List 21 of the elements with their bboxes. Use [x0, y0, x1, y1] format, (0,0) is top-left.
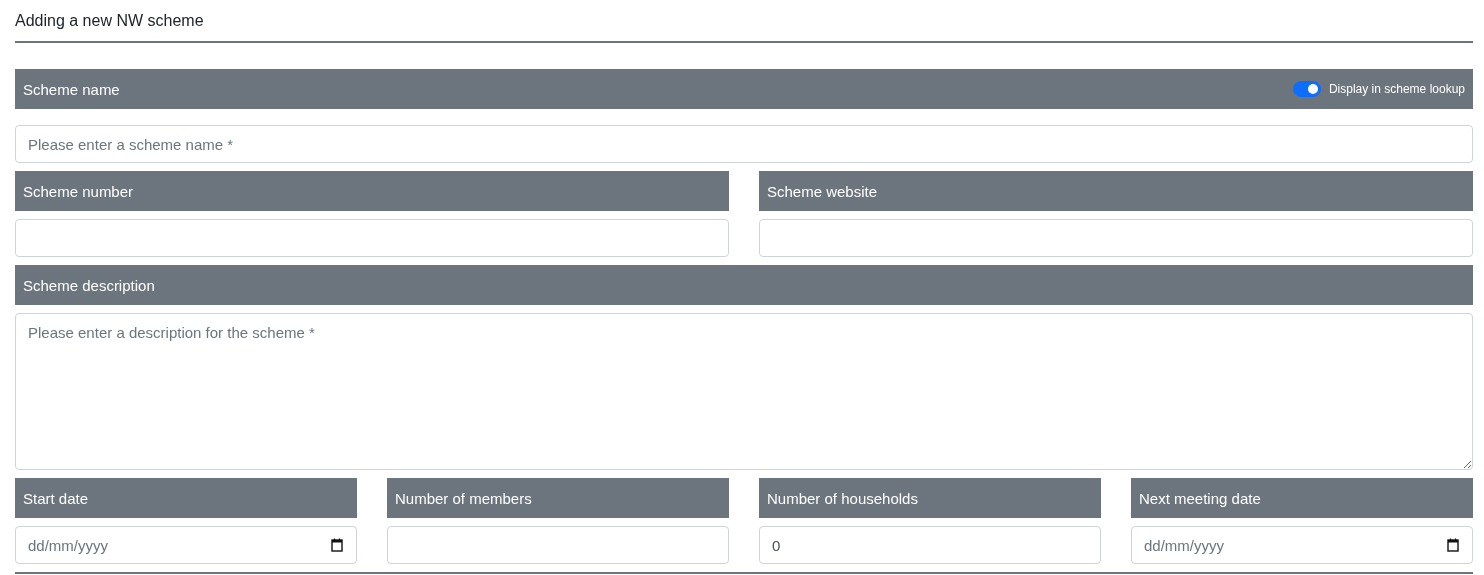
page-title: Adding a new NW scheme	[15, 11, 204, 30]
description-field[interactable]: Please enter a description for the scheme *	[15, 313, 1473, 470]
text-field[interactable]	[15, 219, 729, 257]
header-label: Number of members	[395, 489, 532, 507]
header-label: Scheme name	[23, 80, 120, 98]
text-field[interactable]: 0	[759, 526, 1101, 564]
date-field[interactable]: dd/mm/yyyy	[15, 526, 357, 564]
text-field[interactable]: Please enter a scheme name *	[15, 125, 1473, 163]
toggle-label: Display in scheme lookup	[1328, 82, 1465, 96]
date-field[interactable]: dd/mm/yyyy	[1131, 526, 1473, 564]
calendar-icon[interactable]	[331, 538, 343, 552]
header-label: Scheme number	[23, 182, 134, 200]
header-label: Next meeting date	[1139, 489, 1261, 507]
header-label: Scheme website	[767, 182, 878, 200]
header-label: Scheme description	[23, 276, 155, 294]
text-field[interactable]	[387, 526, 729, 564]
header-label: Number of households	[767, 489, 918, 507]
header-label: Start date	[23, 489, 89, 507]
text-field[interactable]	[759, 219, 1473, 257]
calendar-icon[interactable]	[1447, 538, 1459, 552]
toggle-switch[interactable]	[1292, 81, 1321, 97]
